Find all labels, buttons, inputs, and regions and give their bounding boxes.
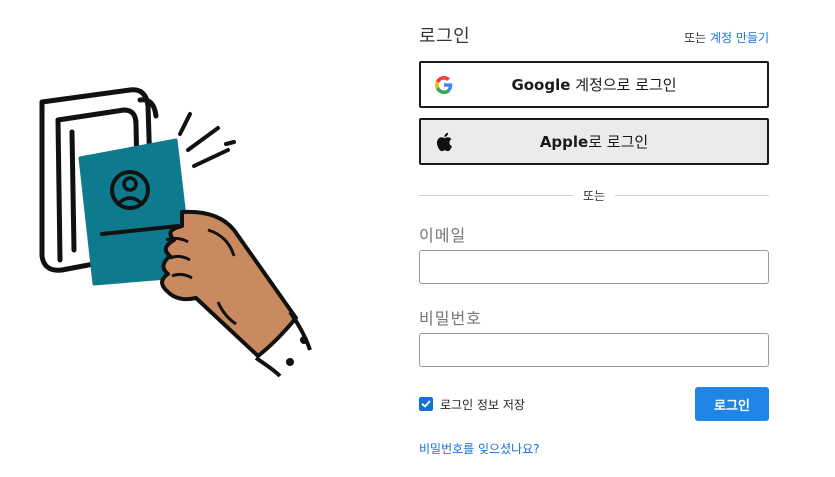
google-login-button[interactable]: Google 계정으로 로그인	[419, 61, 769, 108]
login-button[interactable]: 로그인	[695, 387, 769, 421]
remember-me-checkbox[interactable]	[419, 397, 433, 411]
forgot-password-link[interactable]: 비밀번호를 잊으셨나요?	[419, 440, 540, 457]
divider-line-right	[615, 194, 769, 196]
password-input[interactable]	[419, 333, 769, 367]
apple-login-label: Apple로 로그인	[421, 131, 767, 152]
form-header: 로그인 또는 계정 만들기	[419, 22, 769, 48]
motion-lines	[178, 112, 236, 168]
google-icon	[434, 75, 454, 95]
signup-prompt: 또는 계정 만들기	[684, 29, 769, 46]
divider-line-left	[419, 194, 573, 196]
login-form: 로그인 또는 계정 만들기 Google 계정으로 로그인 Apple로 로그인	[419, 22, 769, 457]
or-divider: 또는	[419, 185, 769, 205]
signup-prefix: 또는	[684, 31, 707, 45]
hand	[160, 209, 312, 378]
create-account-link[interactable]: 계정 만들기	[710, 31, 769, 45]
apple-icon	[434, 132, 454, 152]
remember-me[interactable]: 로그인 정보 저장	[419, 396, 525, 413]
form-actions: 로그인 정보 저장 로그인	[419, 387, 769, 421]
apple-brand-text: Apple	[539, 133, 589, 151]
hero-illustration	[28, 80, 338, 390]
apple-suffix-text: 로 로그인	[588, 133, 649, 151]
google-suffix-text: 계정으로 로그인	[570, 76, 677, 94]
check-icon	[421, 400, 431, 408]
page-title: 로그인	[419, 26, 471, 47]
remember-me-label: 로그인 정보 저장	[440, 397, 525, 412]
email-input[interactable]	[419, 250, 769, 284]
apple-login-button[interactable]: Apple로 로그인	[419, 118, 769, 165]
divider-text: 또는	[582, 188, 606, 203]
google-brand-text: Google	[511, 76, 571, 94]
google-login-label: Google 계정으로 로그인	[421, 74, 767, 95]
password-label: 비밀번호	[419, 309, 482, 328]
email-label: 이메일	[419, 226, 467, 245]
card-reader-illustration	[39, 87, 312, 378]
